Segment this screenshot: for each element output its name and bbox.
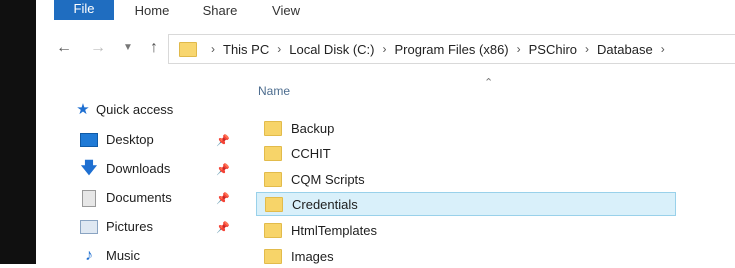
pictures-icon: [80, 219, 98, 235]
nav-item-label: Downloads: [106, 161, 171, 176]
desktop-icon: [80, 132, 98, 148]
breadcrumb-separator-icon: ›: [277, 42, 282, 56]
tab-share[interactable]: Share: [196, 0, 244, 22]
breadcrumb-database[interactable]: Database: [597, 42, 653, 57]
folder-icon: [179, 41, 197, 57]
folder-icon: [264, 120, 282, 136]
file-explorer-window: File Home Share View ← → ▼ ↑ › This PC ›…: [36, 0, 735, 264]
breadcrumb-separator-icon: ›: [585, 42, 590, 56]
column-header-name[interactable]: Name: [258, 84, 290, 98]
list-item[interactable]: Images: [256, 244, 676, 268]
download-icon: 🡇: [80, 160, 98, 177]
nav-quick-access-label: Quick access: [96, 102, 174, 117]
navigation-bar: ← → ▼ ↑ › This PC › Local Disk (C:) › Pr…: [36, 30, 735, 68]
nav-item-label: Documents: [106, 190, 172, 205]
pin-icon[interactable]: 📌: [216, 192, 230, 205]
ribbon-tabs: File Home Share View: [36, 0, 735, 24]
nav-item-desktop[interactable]: Desktop: [80, 128, 154, 152]
nav-quick-access[interactable]: ★ Quick access: [76, 98, 173, 122]
breadcrumb-separator-icon: ›: [382, 42, 387, 56]
file-name: CQM Scripts: [291, 171, 365, 187]
folder-icon: [264, 248, 282, 264]
nav-item-downloads[interactable]: 🡇 Downloads: [80, 157, 171, 181]
back-arrow-icon[interactable]: ←: [54, 36, 74, 60]
nav-item-label: Pictures: [106, 219, 153, 234]
navigation-pane: ★ Quick access Desktop 📌 🡇 Downloads 📌 D…: [36, 90, 246, 264]
file-name: CCHIT: [291, 145, 331, 161]
nav-item-music[interactable]: ♪ Music: [80, 244, 140, 268]
breadcrumb-this-pc[interactable]: This PC: [223, 42, 269, 57]
folder-icon: [264, 222, 282, 238]
pin-icon[interactable]: 📌: [216, 163, 230, 176]
file-name: Credentials: [292, 196, 358, 212]
breadcrumb-pschiro[interactable]: PSChiro: [529, 42, 577, 57]
file-name: Images: [291, 248, 334, 264]
file-name: HtmlTemplates: [291, 222, 377, 238]
list-item[interactable]: CCHIT: [256, 141, 676, 165]
up-arrow-icon[interactable]: ↑: [144, 36, 164, 60]
file-list: Name Backup CCHIT CQM Scripts Credential…: [256, 80, 735, 264]
nav-item-pictures[interactable]: Pictures: [80, 215, 153, 239]
file-name: Backup: [291, 120, 335, 136]
pin-icon[interactable]: 📌: [216, 134, 230, 147]
folder-icon: [264, 171, 282, 187]
list-item[interactable]: CQM Scripts: [256, 167, 676, 191]
music-icon: ♪: [85, 247, 93, 264]
pin-icon[interactable]: 📌: [216, 221, 230, 234]
list-item[interactable]: Backup: [256, 116, 676, 140]
nav-item-documents[interactable]: Documents: [80, 186, 172, 210]
star-icon: ★: [76, 101, 90, 118]
forward-arrow-icon[interactable]: →: [88, 36, 108, 60]
tab-home[interactable]: Home: [128, 0, 176, 22]
documents-icon: [80, 189, 98, 207]
address-bar[interactable]: › This PC › Local Disk (C:) › Program Fi…: [168, 34, 735, 64]
breadcrumb-local-disk[interactable]: Local Disk (C:): [289, 42, 374, 57]
list-item[interactable]: HtmlTemplates: [256, 218, 676, 242]
breadcrumb-separator-icon: ›: [211, 42, 215, 56]
folder-icon: [264, 145, 282, 161]
breadcrumb-separator-icon: ›: [516, 42, 521, 56]
breadcrumb-program-files-x86[interactable]: Program Files (x86): [394, 42, 508, 57]
tab-view[interactable]: View: [264, 0, 308, 22]
nav-item-label: Music: [106, 248, 140, 263]
tab-file[interactable]: File: [54, 0, 114, 20]
folder-icon: [265, 196, 283, 212]
list-item-selected[interactable]: Credentials: [256, 192, 676, 216]
breadcrumb-separator-icon[interactable]: ›: [661, 42, 665, 56]
recent-locations-chevron-icon[interactable]: ▼: [118, 36, 138, 60]
nav-item-label: Desktop: [106, 132, 154, 147]
desktop-background-strip: [0, 0, 36, 264]
